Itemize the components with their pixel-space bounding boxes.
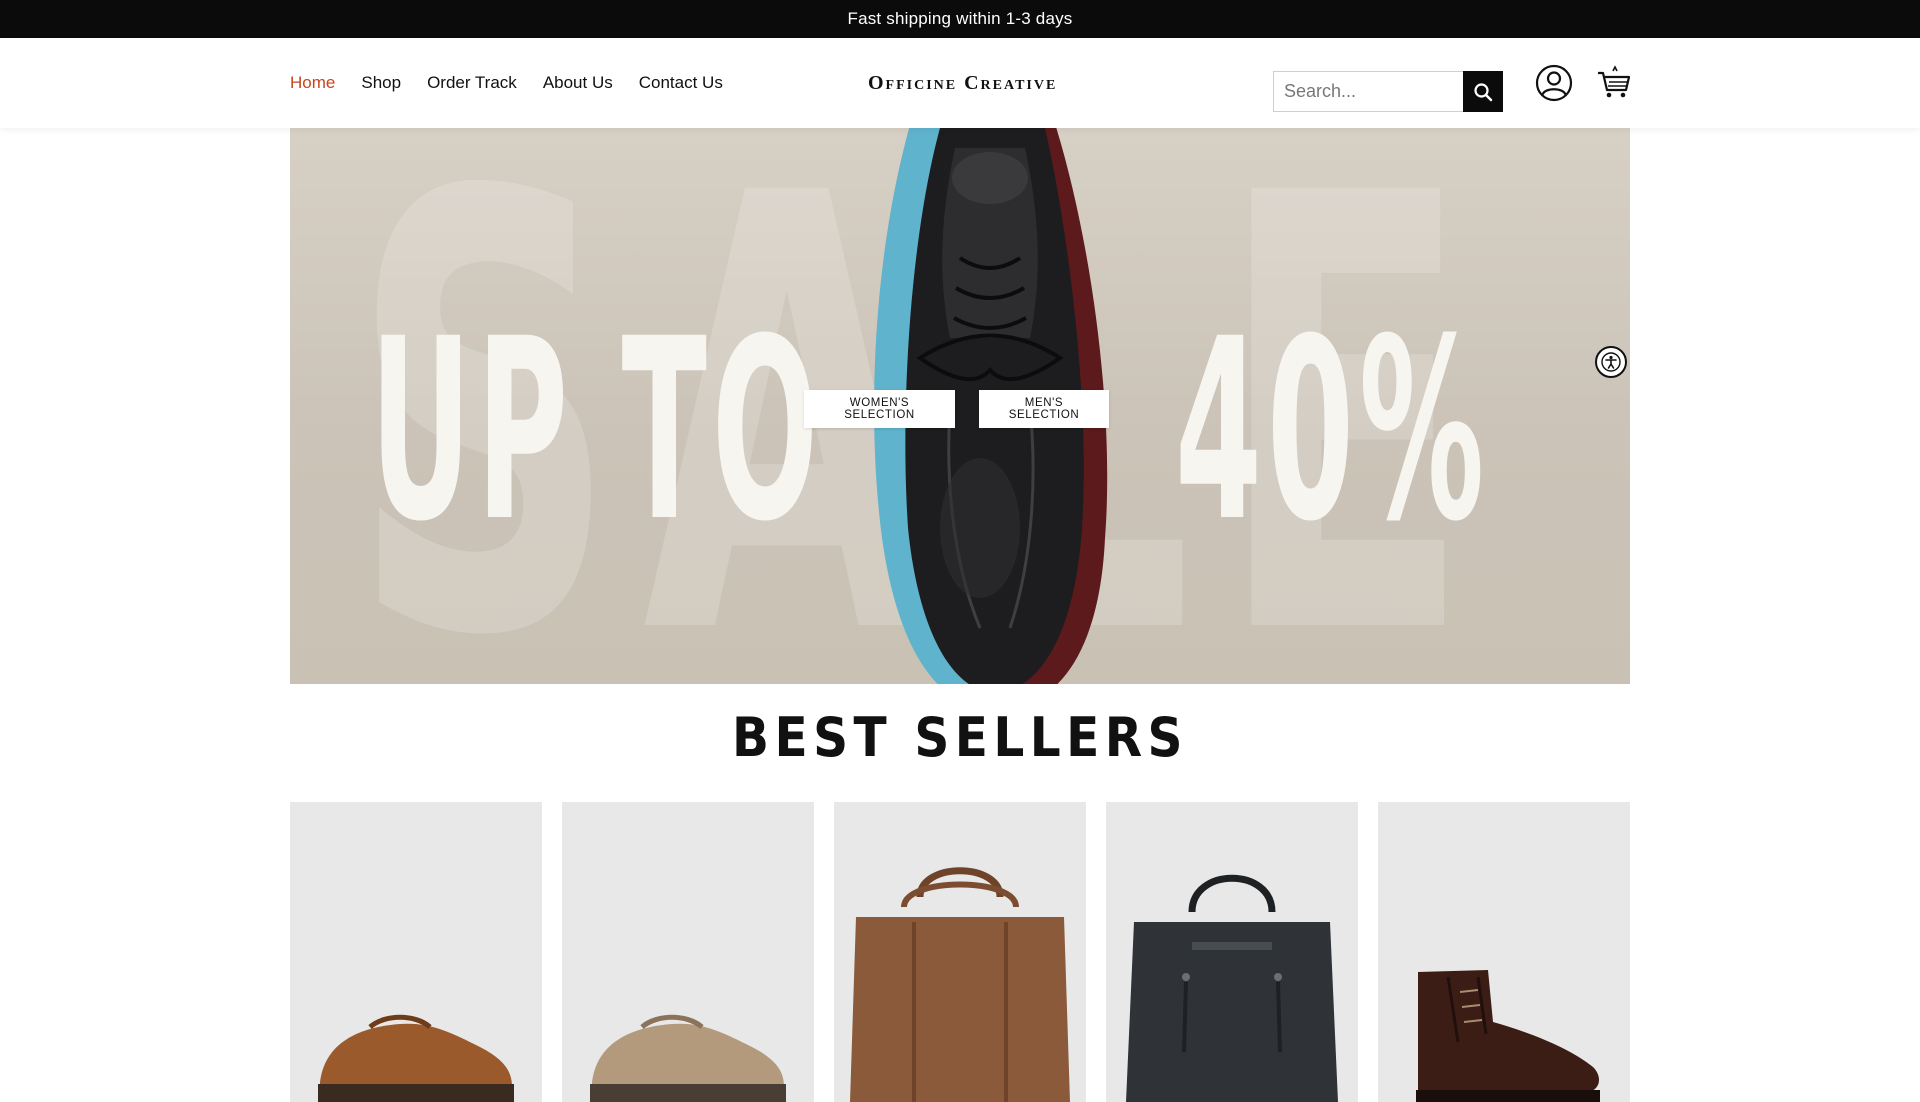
accessibility-button[interactable] [1595,346,1627,378]
best-sellers-grid [290,802,1630,1102]
search-button[interactable] [1463,71,1503,112]
site-header: Home Shop Order Track About Us Contact U… [0,38,1920,128]
best-sellers-heading: BEST SELLERS [732,706,1188,769]
announcement-text: Fast shipping within 1-3 days [847,9,1073,28]
user-icon [1535,64,1573,102]
nav-item-home[interactable]: Home [290,73,335,93]
loafer-image [318,1014,514,1102]
product-card-loafer-beige[interactable] [562,802,814,1102]
nav-item-shop[interactable]: Shop [361,73,401,93]
cart-icon [1598,65,1631,98]
search-icon [1474,82,1493,101]
hero-headline-left: UP TO [370,285,824,576]
loafer-image [590,1014,786,1102]
account-button[interactable] [1535,64,1573,102]
product-card-boot[interactable] [1378,802,1630,1102]
search-form [1273,71,1503,112]
product-card-tote-black[interactable] [1106,802,1358,1102]
hero-banner[interactable]: SALE UP TO 40% WOMEN'S SELECTION MEN'S S… [290,128,1630,684]
nav-item-contact-us[interactable]: Contact Us [639,73,723,93]
search-input[interactable] [1273,71,1463,112]
tote-bag-image [1126,874,1338,1102]
product-card-loafer-brown[interactable] [290,802,542,1102]
accessibility-icon [1601,352,1621,372]
mens-selection-button[interactable]: MEN'S SELECTION [979,390,1109,428]
nav-item-about-us[interactable]: About Us [543,73,613,93]
cart-button[interactable] [1596,65,1632,101]
tote-bag-image [850,867,1070,1102]
hero-headline-right: 40% [1175,285,1490,576]
womens-selection-button[interactable]: WOMEN'S SELECTION [804,390,955,428]
announcement-bar: Fast shipping within 1-3 days [0,0,1920,38]
boot-image [1416,970,1600,1102]
main-nav: Home Shop Order Track About Us Contact U… [290,38,723,128]
brand-logo[interactable]: Officine Creative [868,38,1057,128]
nav-item-order-track[interactable]: Order Track [427,73,517,93]
product-card-tote-brown[interactable] [834,802,1086,1102]
